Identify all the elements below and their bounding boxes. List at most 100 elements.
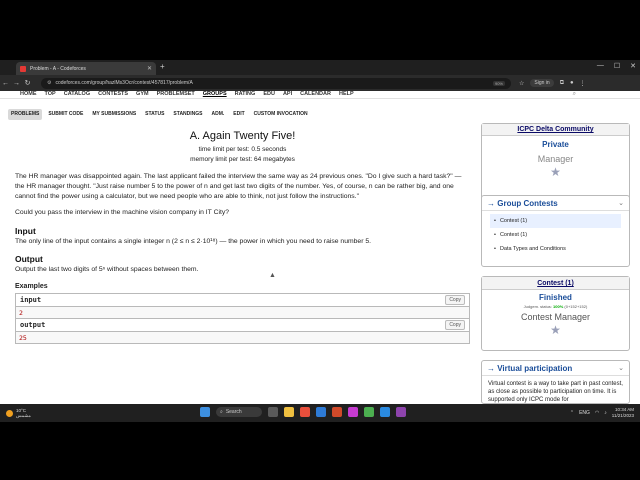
contest-info-box: Contest (1) Finished Judgem. status: 100… xyxy=(481,276,630,351)
clock-date: 11/21/2023 xyxy=(611,413,634,418)
wifi-icon[interactable]: ◠ xyxy=(595,410,599,416)
menu-item-top[interactable]: TOP xyxy=(45,91,56,97)
search-icon[interactable]: ⌕ xyxy=(573,91,576,98)
judgement-label: Judgem. status: xyxy=(523,304,552,309)
language-indicator[interactable]: ENG xyxy=(579,410,590,416)
clock[interactable]: 10:34 AM 11/21/2023 xyxy=(612,407,634,419)
bookmark-star-icon[interactable]: ☆ xyxy=(519,80,524,87)
sample-output-label: output xyxy=(20,321,46,329)
group-contest-item[interactable]: Data Types and Conditions xyxy=(490,242,621,256)
menu-item-edu[interactable]: EDU xyxy=(263,91,275,97)
second-menu-item-problems[interactable]: PROBLEMS xyxy=(8,109,43,120)
sample-output-value: 25 xyxy=(16,332,469,343)
menu-item-catalog[interactable]: CATALOG xyxy=(64,91,90,97)
chrome-icon[interactable] xyxy=(364,407,374,417)
group-contests-title: Group Contests xyxy=(497,198,558,208)
sign-in-button[interactable]: Sign in xyxy=(530,79,554,87)
second-menu-item-edit[interactable]: EDIT xyxy=(230,109,247,120)
input-spec: The only line of the input contains a si… xyxy=(15,238,372,245)
back-icon[interactable]: ← xyxy=(0,80,11,87)
copy-input-button[interactable]: Copy xyxy=(445,295,465,305)
menu-item-gym[interactable]: GYM xyxy=(136,91,149,97)
windows-start-icon[interactable] xyxy=(200,407,210,417)
codeforces-favicon-icon xyxy=(20,65,26,72)
virtual-title: Virtual participation xyxy=(497,363,573,373)
second-menu-item-submit-code[interactable]: SUBMIT CODE xyxy=(45,109,86,120)
close-window-icon[interactable]: ✕ xyxy=(630,62,636,70)
site-info-icon[interactable]: ⚙ xyxy=(47,80,51,86)
office-icon[interactable] xyxy=(332,407,342,417)
judgement-count: (0+152+152) xyxy=(564,304,588,309)
contest-role: Contest Manager xyxy=(520,312,591,322)
arrow-right-icon: → xyxy=(487,363,498,373)
group-title-link[interactable]: ICPC Delta Community xyxy=(482,124,629,136)
sample-input-value: 2 xyxy=(16,307,469,318)
sample-output-block: output Copy 25 xyxy=(15,319,470,344)
legend-paragraph-1: The HR manager was disappointed again. T… xyxy=(15,173,462,200)
taskbar-search-label: Search xyxy=(225,409,242,415)
address-bar[interactable]: ⚙ codeforces.com/group/hazlMs3Ocr/contes… xyxy=(41,77,511,89)
menu-icon[interactable]: ⋮ xyxy=(580,80,586,87)
menu-item-groups[interactable]: GROUPS xyxy=(203,91,227,97)
windows-taskbar: 10°C مشمس ⌕ Search ⌃ ENG ◠ ♪ 10:34 AM 11/… xyxy=(0,404,640,422)
zoom-indicator[interactable]: 90% xyxy=(492,80,505,86)
chevron-down-icon[interactable]: ⌄ xyxy=(618,199,624,207)
group-contest-item[interactable]: Contest (1) xyxy=(490,214,621,228)
problem-statement: A. Again Twenty Five! time limit per tes… xyxy=(15,126,470,344)
second-menu-item-adm[interactable]: ADM. xyxy=(209,109,228,120)
tab-title: Problem - A - Codeforces xyxy=(30,65,86,72)
app-icon[interactable] xyxy=(300,407,310,417)
contest-title-link[interactable]: Contest (1) xyxy=(482,277,629,290)
second-menu-item-custom-invocation[interactable]: CUSTOM INVOCATION xyxy=(251,109,311,120)
copy-output-button[interactable]: Copy xyxy=(445,320,465,330)
forward-icon[interactable]: → xyxy=(11,80,22,87)
output-section-title: Output xyxy=(15,254,43,264)
memory-limit: memory limit per test: 64 megabytes xyxy=(190,156,295,163)
group-contests-box: → Group Contests ⌄ Contest (1)Contest (1… xyxy=(481,195,630,267)
volume-icon[interactable]: ♪ xyxy=(604,410,607,416)
chevron-up-icon[interactable]: ⌃ xyxy=(570,410,574,416)
menu-item-calendar[interactable]: CALENDAR xyxy=(300,91,331,97)
taskbar-search[interactable]: ⌕ Search xyxy=(216,407,262,417)
judgement-percent: 100% xyxy=(553,304,564,309)
second-menu-item-status[interactable]: STATUS xyxy=(142,109,167,120)
group-status: Private xyxy=(542,140,569,149)
menu-item-contests[interactable]: CONTESTS xyxy=(98,91,128,97)
second-menu-item-my-submissions[interactable]: MY SUBMISSIONS xyxy=(89,109,139,120)
vscode-icon[interactable] xyxy=(380,407,390,417)
close-tab-icon[interactable]: ✕ xyxy=(147,65,152,72)
url-text: codeforces.com/group/hazlMs3Ocr/contest/… xyxy=(55,80,193,86)
window-controls: — ☐ ✕ xyxy=(597,62,636,70)
browser-tab-bar: Problem - A - Codeforces ✕ + — ☐ ✕ xyxy=(0,60,640,75)
group-contest-item[interactable]: Contest (1) xyxy=(490,228,621,242)
app-icon[interactable] xyxy=(396,407,406,417)
legend-paragraph-2: Could you pass the interview in the mach… xyxy=(15,209,230,216)
menu-item-rating[interactable]: RATING xyxy=(235,91,256,97)
mouse-cursor-icon: ▲ xyxy=(269,272,276,279)
sample-input-block: input Copy 2 xyxy=(15,293,470,319)
reload-icon[interactable]: ↻ xyxy=(22,79,33,87)
task-view-icon[interactable] xyxy=(268,407,278,417)
menu-item-help[interactable]: HELP xyxy=(339,91,354,97)
extensions-icon[interactable]: ⧉ xyxy=(560,80,564,87)
app-icon[interactable] xyxy=(348,407,358,417)
new-tab-icon[interactable]: + xyxy=(160,62,165,71)
second-menu-item-standings[interactable]: STANDINGS xyxy=(170,109,205,120)
menu-item-problemset[interactable]: PROBLEMSET xyxy=(157,91,195,97)
menu-item-api[interactable]: API xyxy=(283,91,292,97)
menu-item-home[interactable]: HOME xyxy=(20,91,37,97)
browser-tab[interactable]: Problem - A - Codeforces ✕ xyxy=(16,62,156,75)
edge-icon[interactable] xyxy=(316,407,326,417)
examples-title: Examples xyxy=(15,283,48,290)
chevron-down-icon[interactable]: ⌄ xyxy=(618,364,624,372)
browser-toolbar: ← → ↻ ⚙ codeforces.com/group/hazlMs3Ocr/… xyxy=(0,75,640,91)
profile-icon[interactable]: ● xyxy=(570,80,574,86)
weather-desc: مشمس xyxy=(16,413,31,418)
output-spec: Output the last two digits of 5ⁿ without… xyxy=(15,266,199,273)
minimize-icon[interactable]: — xyxy=(597,62,604,70)
file-explorer-icon[interactable] xyxy=(284,407,294,417)
maximize-icon[interactable]: ☐ xyxy=(614,62,620,70)
second-level-menu: PROBLEMS SUBMIT CODE MY SUBMISSIONS STATUS S… xyxy=(8,109,311,120)
virtual-participation-box: → Virtual participation ⌄ Virtual contes… xyxy=(481,360,630,404)
weather-widget[interactable]: 10°C مشمس xyxy=(6,408,126,418)
